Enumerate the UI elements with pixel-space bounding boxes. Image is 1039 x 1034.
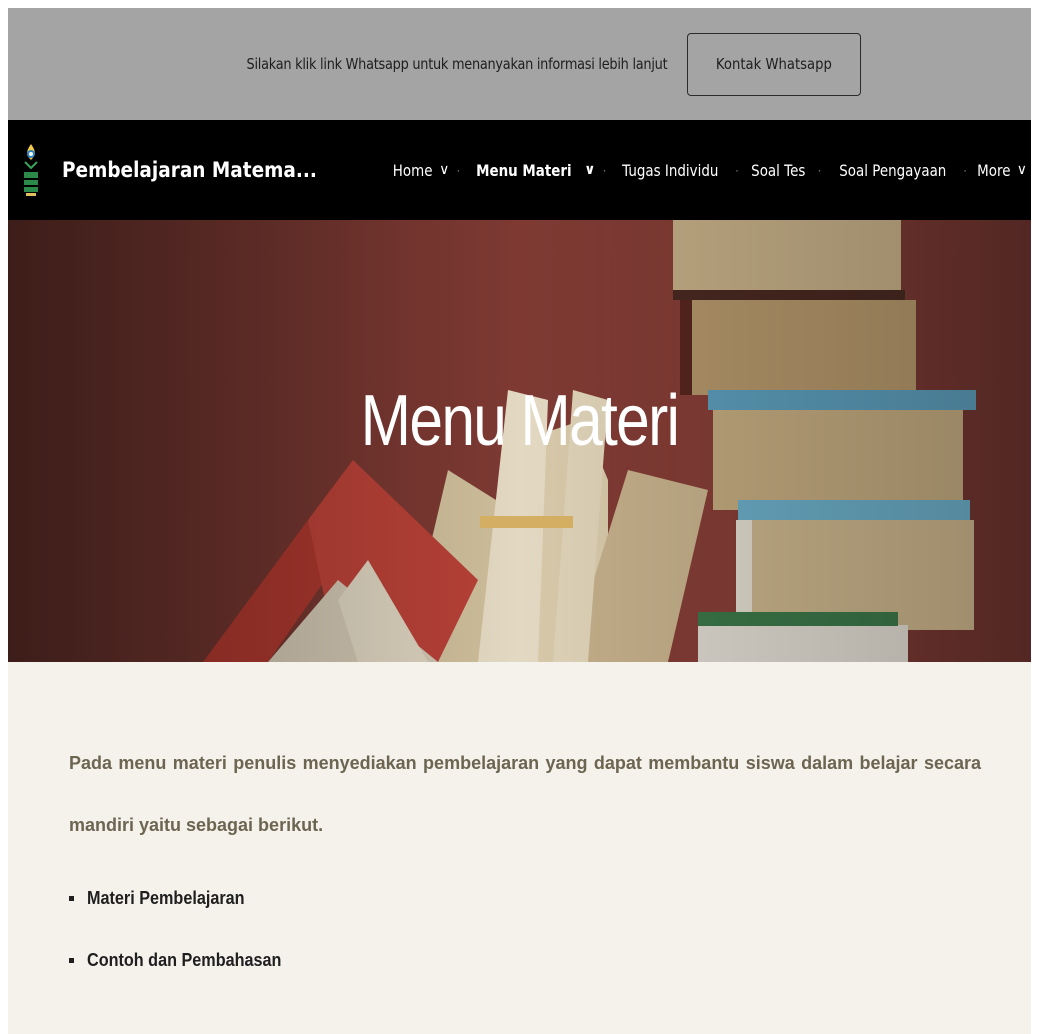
list-item: Materi Pembelajaran	[69, 867, 303, 929]
nav-separator: ·	[963, 163, 968, 177]
intro-paragraph: Pada menu materi penulis menyediakan pem…	[69, 753, 981, 835]
announcement-text: Silakan klik link Whatsapp untuk menanya…	[246, 55, 668, 73]
nav-item-soal-pengayaan[interactable]: Soal Pengayaan	[829, 161, 957, 180]
list-item-label: Contoh dan Pembahasan	[87, 949, 282, 970]
announcement-bar: Silakan klik link Whatsapp untuk menanya…	[8, 8, 1031, 120]
uin-logo-icon[interactable]	[22, 142, 40, 198]
nav-item-soal-tes-label: Soal Tes	[751, 160, 806, 180]
site-header: Pembelajaran Matema... Home ∨ · Menu Mat…	[8, 120, 1031, 220]
materi-list: Materi Pembelajaran Contoh dan Pembahasa…	[69, 867, 303, 991]
nav-item-more-label: More	[977, 160, 1011, 180]
list-item-label: Materi Pembelajaran	[87, 887, 245, 908]
nav-item-home-label: Home	[392, 160, 433, 180]
nav-item-more[interactable]: More ∨	[974, 161, 1027, 180]
hero-banner: Menu Materi	[8, 220, 1031, 662]
site-title[interactable]: Pembelajaran Matema...	[62, 158, 317, 182]
nav-separator: ·	[602, 163, 607, 177]
list-item: Contoh dan Pembahasan	[69, 929, 303, 991]
nav-item-home[interactable]: Home ∨	[389, 161, 450, 180]
nav-item-soal-pengayaan-label: Soal Pengayaan	[838, 160, 946, 180]
nav-item-tugas-individu-label: Tugas Individu	[622, 160, 719, 180]
bullet-icon	[69, 895, 74, 901]
hero-title: Menu Materi	[360, 381, 680, 461]
whatsapp-contact-button-label: Kontak Whatsapp	[716, 55, 833, 73]
nav-item-tugas-individu[interactable]: Tugas Individu	[613, 161, 728, 180]
nav-item-soal-tes[interactable]: Soal Tes	[746, 161, 811, 180]
nav-item-menu-materi-label: Menu Materi	[476, 160, 573, 180]
whatsapp-contact-button[interactable]: Kontak Whatsapp	[687, 32, 862, 96]
chevron-down-icon: ∨	[584, 162, 596, 178]
nav-separator: ·	[817, 163, 822, 177]
chevron-down-icon: ∨	[1016, 162, 1027, 178]
nav-item-menu-materi[interactable]: Menu Materi ∨	[467, 161, 595, 180]
page-frame: Silakan klik link Whatsapp untuk menanya…	[8, 8, 1031, 1034]
main-nav: Home ∨ · Menu Materi ∨ · Tugas Individu …	[389, 158, 1027, 182]
bullet-icon	[69, 957, 74, 963]
nav-separator: ·	[735, 163, 740, 177]
content-section: Pada menu materi penulis menyediakan pem…	[8, 662, 1031, 1034]
hero-title-underline	[480, 516, 573, 528]
chevron-down-icon: ∨	[439, 162, 450, 178]
nav-separator: ·	[456, 163, 461, 177]
